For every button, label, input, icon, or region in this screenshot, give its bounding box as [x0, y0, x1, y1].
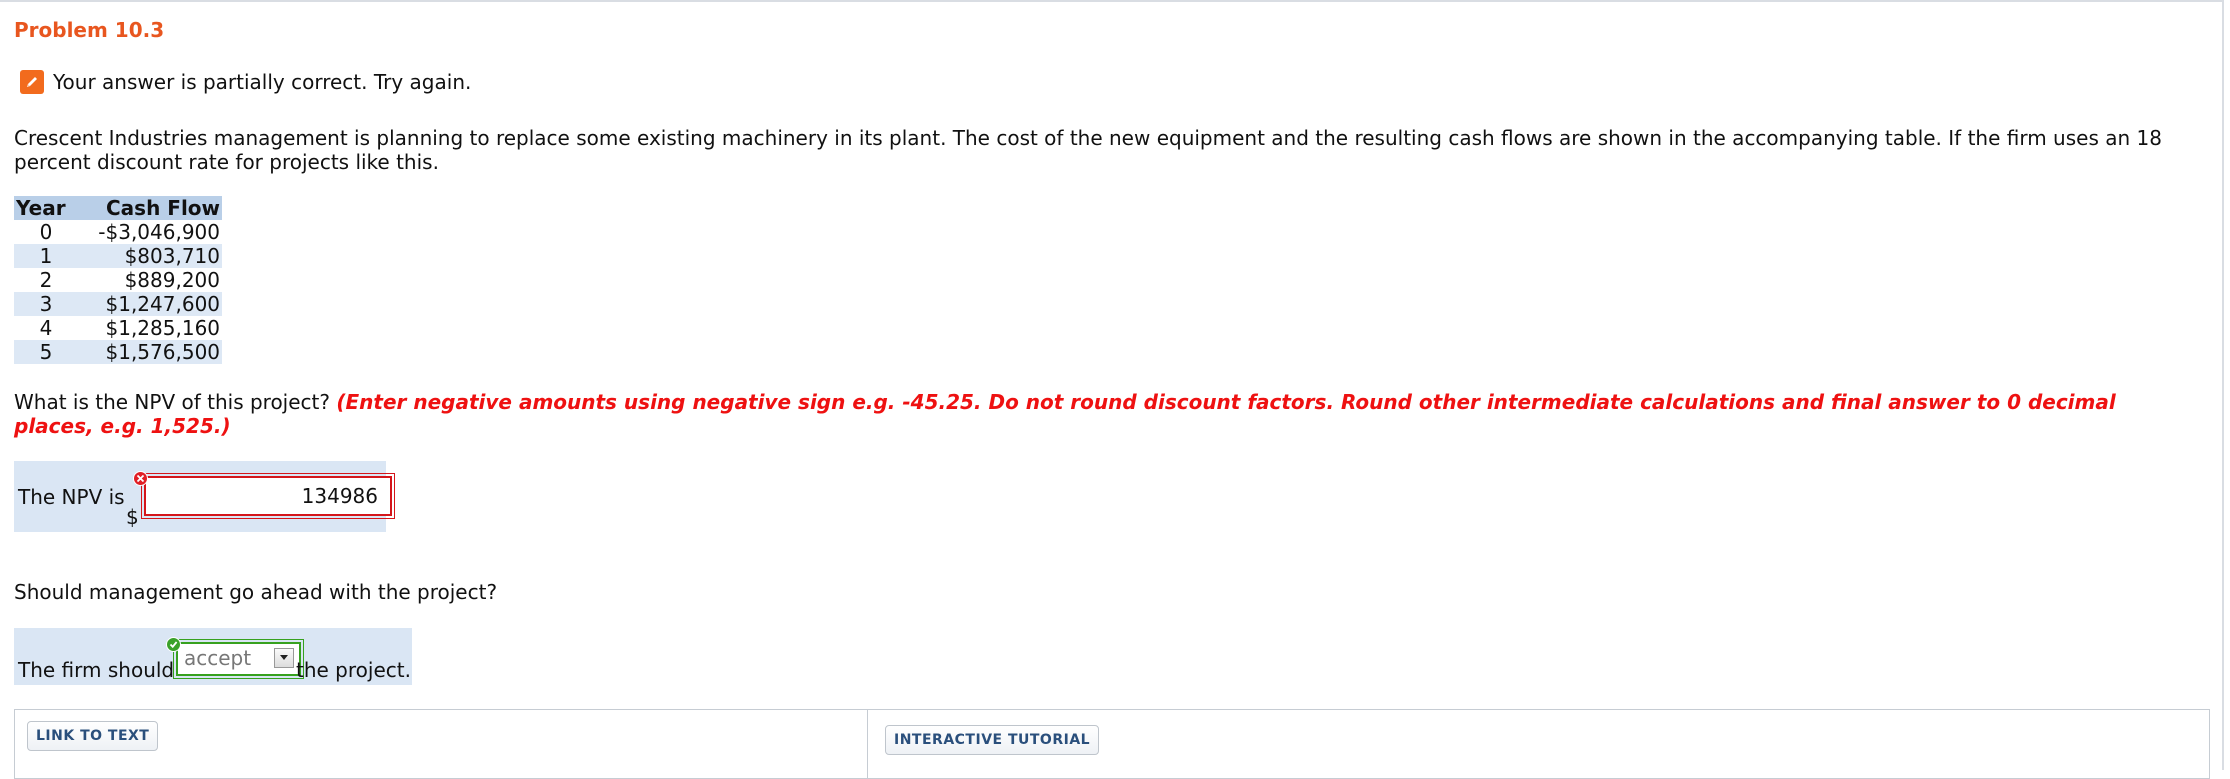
decision-question: Should management go ahead with the proj…	[14, 580, 498, 604]
npv-answer-panel: The NPV is $	[14, 461, 395, 532]
npv-label: The NPV is	[18, 485, 125, 509]
currency-symbol: $	[126, 505, 139, 529]
table-row: 2 $889,200	[14, 268, 222, 292]
interactive-tutorial-button[interactable]: INTERACTIVE TUTORIAL	[885, 725, 1100, 755]
decision-select[interactable]: accept	[173, 639, 304, 679]
npv-question: What is the NPV of this project? (Enter …	[14, 390, 2194, 438]
cash-flow-table: Year Cash Flow 0 -$3,046,900 1 $803,710 …	[14, 196, 223, 364]
year-cell: 4	[39, 316, 53, 340]
decision-selected-value: accept	[184, 646, 252, 670]
decision-suffix: the project.	[296, 658, 411, 682]
cash-flow-cell: $1,247,600	[78, 292, 223, 316]
year-cell: 2	[39, 268, 53, 292]
table-row: 1 $803,710	[14, 244, 223, 268]
link-to-text-button[interactable]: LINK TO TEXT	[27, 721, 159, 751]
table-header-row: Year Cash Flow	[14, 196, 223, 220]
year-cell: 3	[14, 292, 78, 316]
cash-flow-cell: $803,710	[78, 244, 223, 268]
table-row: 5 $1,576,500	[14, 340, 223, 364]
table-row: 3 $1,247,600	[14, 292, 223, 316]
cash-flow-cell: $1,285,160	[105, 316, 221, 340]
incorrect-icon	[133, 471, 148, 486]
column-header-cash-flow: Cash Flow	[78, 196, 223, 220]
decision-answer-panel: The firm should accept the project.	[14, 628, 412, 685]
dropdown-arrow-icon[interactable]	[274, 648, 294, 668]
correct-check-icon	[166, 637, 181, 652]
cash-flow-cell: $889,200	[124, 268, 221, 292]
cash-flow-cell: -$3,046,900	[98, 220, 221, 244]
problem-description: Crescent Industries management is planni…	[14, 126, 2162, 174]
pencil-icon	[20, 70, 44, 94]
resources-panel: LINK TO TEXT INTERACTIVE TUTORIAL	[14, 709, 2210, 779]
cash-flow-cell: $1,576,500	[78, 340, 223, 364]
problem-title: Problem 10.3	[14, 18, 165, 42]
npv-instructions: (Enter negative amounts using negative s…	[14, 390, 2116, 438]
status-message: Your answer is partially correct. Try ag…	[53, 70, 472, 94]
table-row: 4 $1,285,160	[14, 316, 222, 340]
npv-question-text: What is the NPV of this project?	[14, 390, 330, 414]
year-cell: 5	[14, 340, 78, 364]
feedback-status: Your answer is partially correct. Try ag…	[20, 70, 471, 94]
column-header-year: Year	[14, 196, 78, 220]
decision-label: The firm should	[18, 658, 175, 682]
panel-divider	[867, 710, 868, 778]
table-row: 0 -$3,046,900	[14, 220, 222, 244]
year-cell: 0	[39, 220, 53, 244]
year-cell: 1	[14, 244, 78, 268]
npv-input[interactable]	[141, 473, 395, 519]
